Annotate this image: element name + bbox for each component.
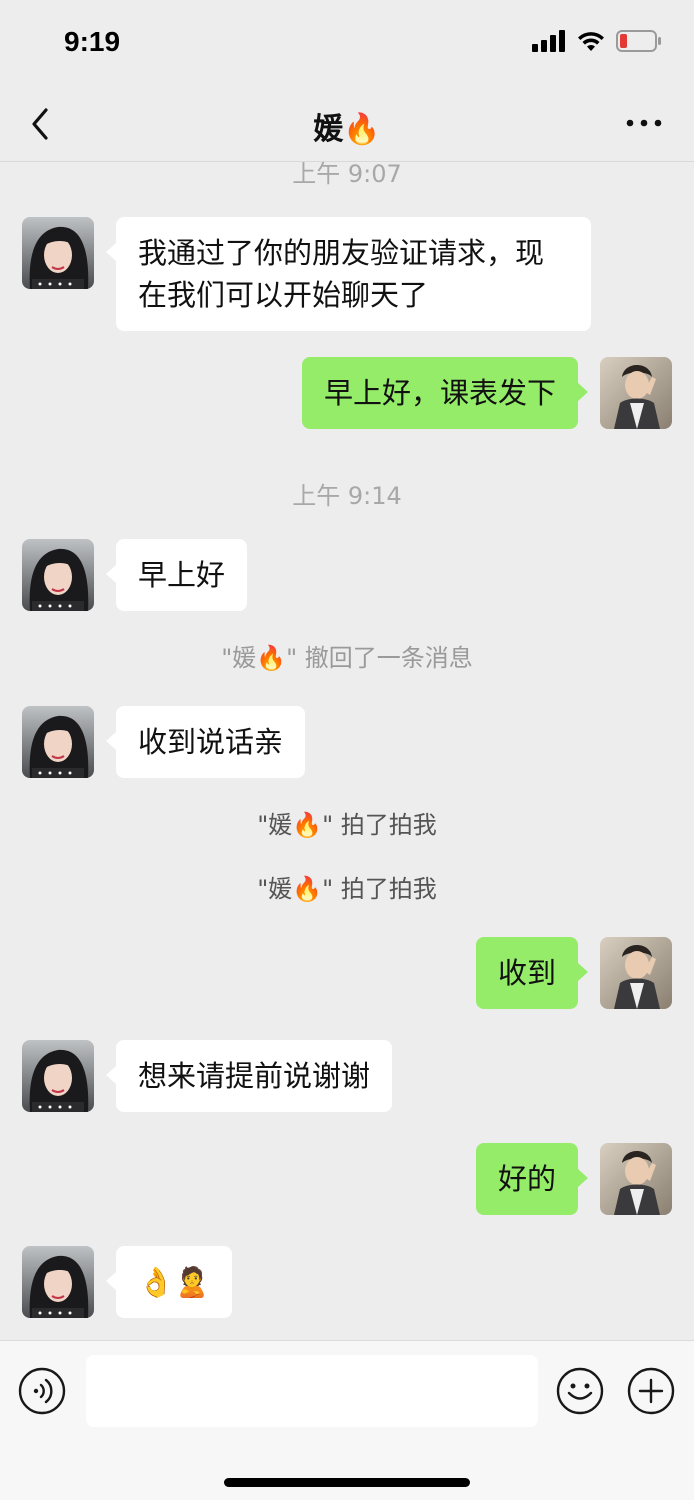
contact-avatar[interactable] xyxy=(22,217,94,289)
message-emoji: 👌🙎 xyxy=(138,1265,211,1299)
contact-avatar[interactable] xyxy=(22,1040,94,1112)
message-input[interactable] xyxy=(86,1355,538,1427)
bubble-tail xyxy=(106,243,116,261)
bubble-tail xyxy=(578,383,588,401)
message-list[interactable]: 上午 9:07 我通过了你的朋友验证请求，现 在我们可以开始聊天了 早上好，课表… xyxy=(0,162,694,1340)
message-bubble-received[interactable]: 我通过了你的朋友验证请求，现 在我们可以开始聊天了 xyxy=(106,217,591,331)
emoji-icon[interactable] xyxy=(556,1367,604,1415)
message-bubble-received[interactable]: 早上好 xyxy=(106,539,248,611)
recall-notice: "媛🔥" 撤回了一条消息 xyxy=(221,644,473,672)
message-text: 在我们可以开始聊天了 xyxy=(138,278,429,312)
message-bubble-received[interactable]: 收到说话亲 xyxy=(106,706,306,778)
message-bubble-received[interactable]: 想来请提前说谢谢 xyxy=(106,1040,393,1112)
bubble-tail xyxy=(106,1066,116,1084)
my-avatar[interactable] xyxy=(600,1143,672,1215)
more-icon[interactable] xyxy=(624,108,664,138)
chat-title[interactable]: 媛🔥 xyxy=(0,104,694,148)
bubble-tail xyxy=(106,732,116,750)
status-time: 9:19 xyxy=(64,26,121,57)
battery-icon xyxy=(616,30,661,52)
wifi-icon xyxy=(578,32,604,51)
message-bubble-sent[interactable]: 早上好，课表发下 xyxy=(301,357,588,429)
contact-avatar[interactable] xyxy=(22,706,94,778)
status-bar: 9:19 xyxy=(0,0,694,90)
message-text: 早上好，课表发下 xyxy=(323,376,556,410)
contact-avatar[interactable] xyxy=(22,1246,94,1318)
message-text: 我通过了你的朋友验证请求，现 xyxy=(138,236,545,270)
message-text: 早上好 xyxy=(138,558,226,592)
input-bar xyxy=(0,1340,694,1500)
message-bubble-sent[interactable]: 好的 xyxy=(475,1143,588,1215)
bubble-tail xyxy=(106,565,116,583)
pat-notice: "媛🔥" 拍了拍我 xyxy=(257,811,437,839)
voice-icon[interactable] xyxy=(18,1367,66,1415)
bubble-tail xyxy=(106,1272,116,1290)
pat-notice: "媛🔥" 拍了拍我 xyxy=(257,875,437,903)
message-bubble-received[interactable]: 👌🙎 xyxy=(106,1246,233,1318)
message-bubble-sent[interactable]: 收到 xyxy=(475,937,588,1009)
message-text: 收到说话亲 xyxy=(138,725,284,759)
time-label: 上午 9:14 xyxy=(292,482,402,510)
contact-avatar[interactable] xyxy=(22,539,94,611)
plus-icon[interactable] xyxy=(627,1367,675,1415)
message-text: 想来请提前说谢谢 xyxy=(138,1059,371,1093)
my-avatar[interactable] xyxy=(600,937,672,1009)
status-icons xyxy=(532,30,662,52)
chat-header: 媛🔥 xyxy=(0,90,694,162)
home-indicator[interactable] xyxy=(224,1478,470,1487)
message-text: 好的 xyxy=(497,1162,556,1196)
message-text: 收到 xyxy=(497,956,556,990)
signal-icon xyxy=(532,30,565,52)
my-avatar[interactable] xyxy=(600,357,672,429)
bubble-tail xyxy=(578,1169,588,1187)
time-label: 上午 9:07 xyxy=(292,162,402,188)
bubble-tail xyxy=(578,963,588,981)
